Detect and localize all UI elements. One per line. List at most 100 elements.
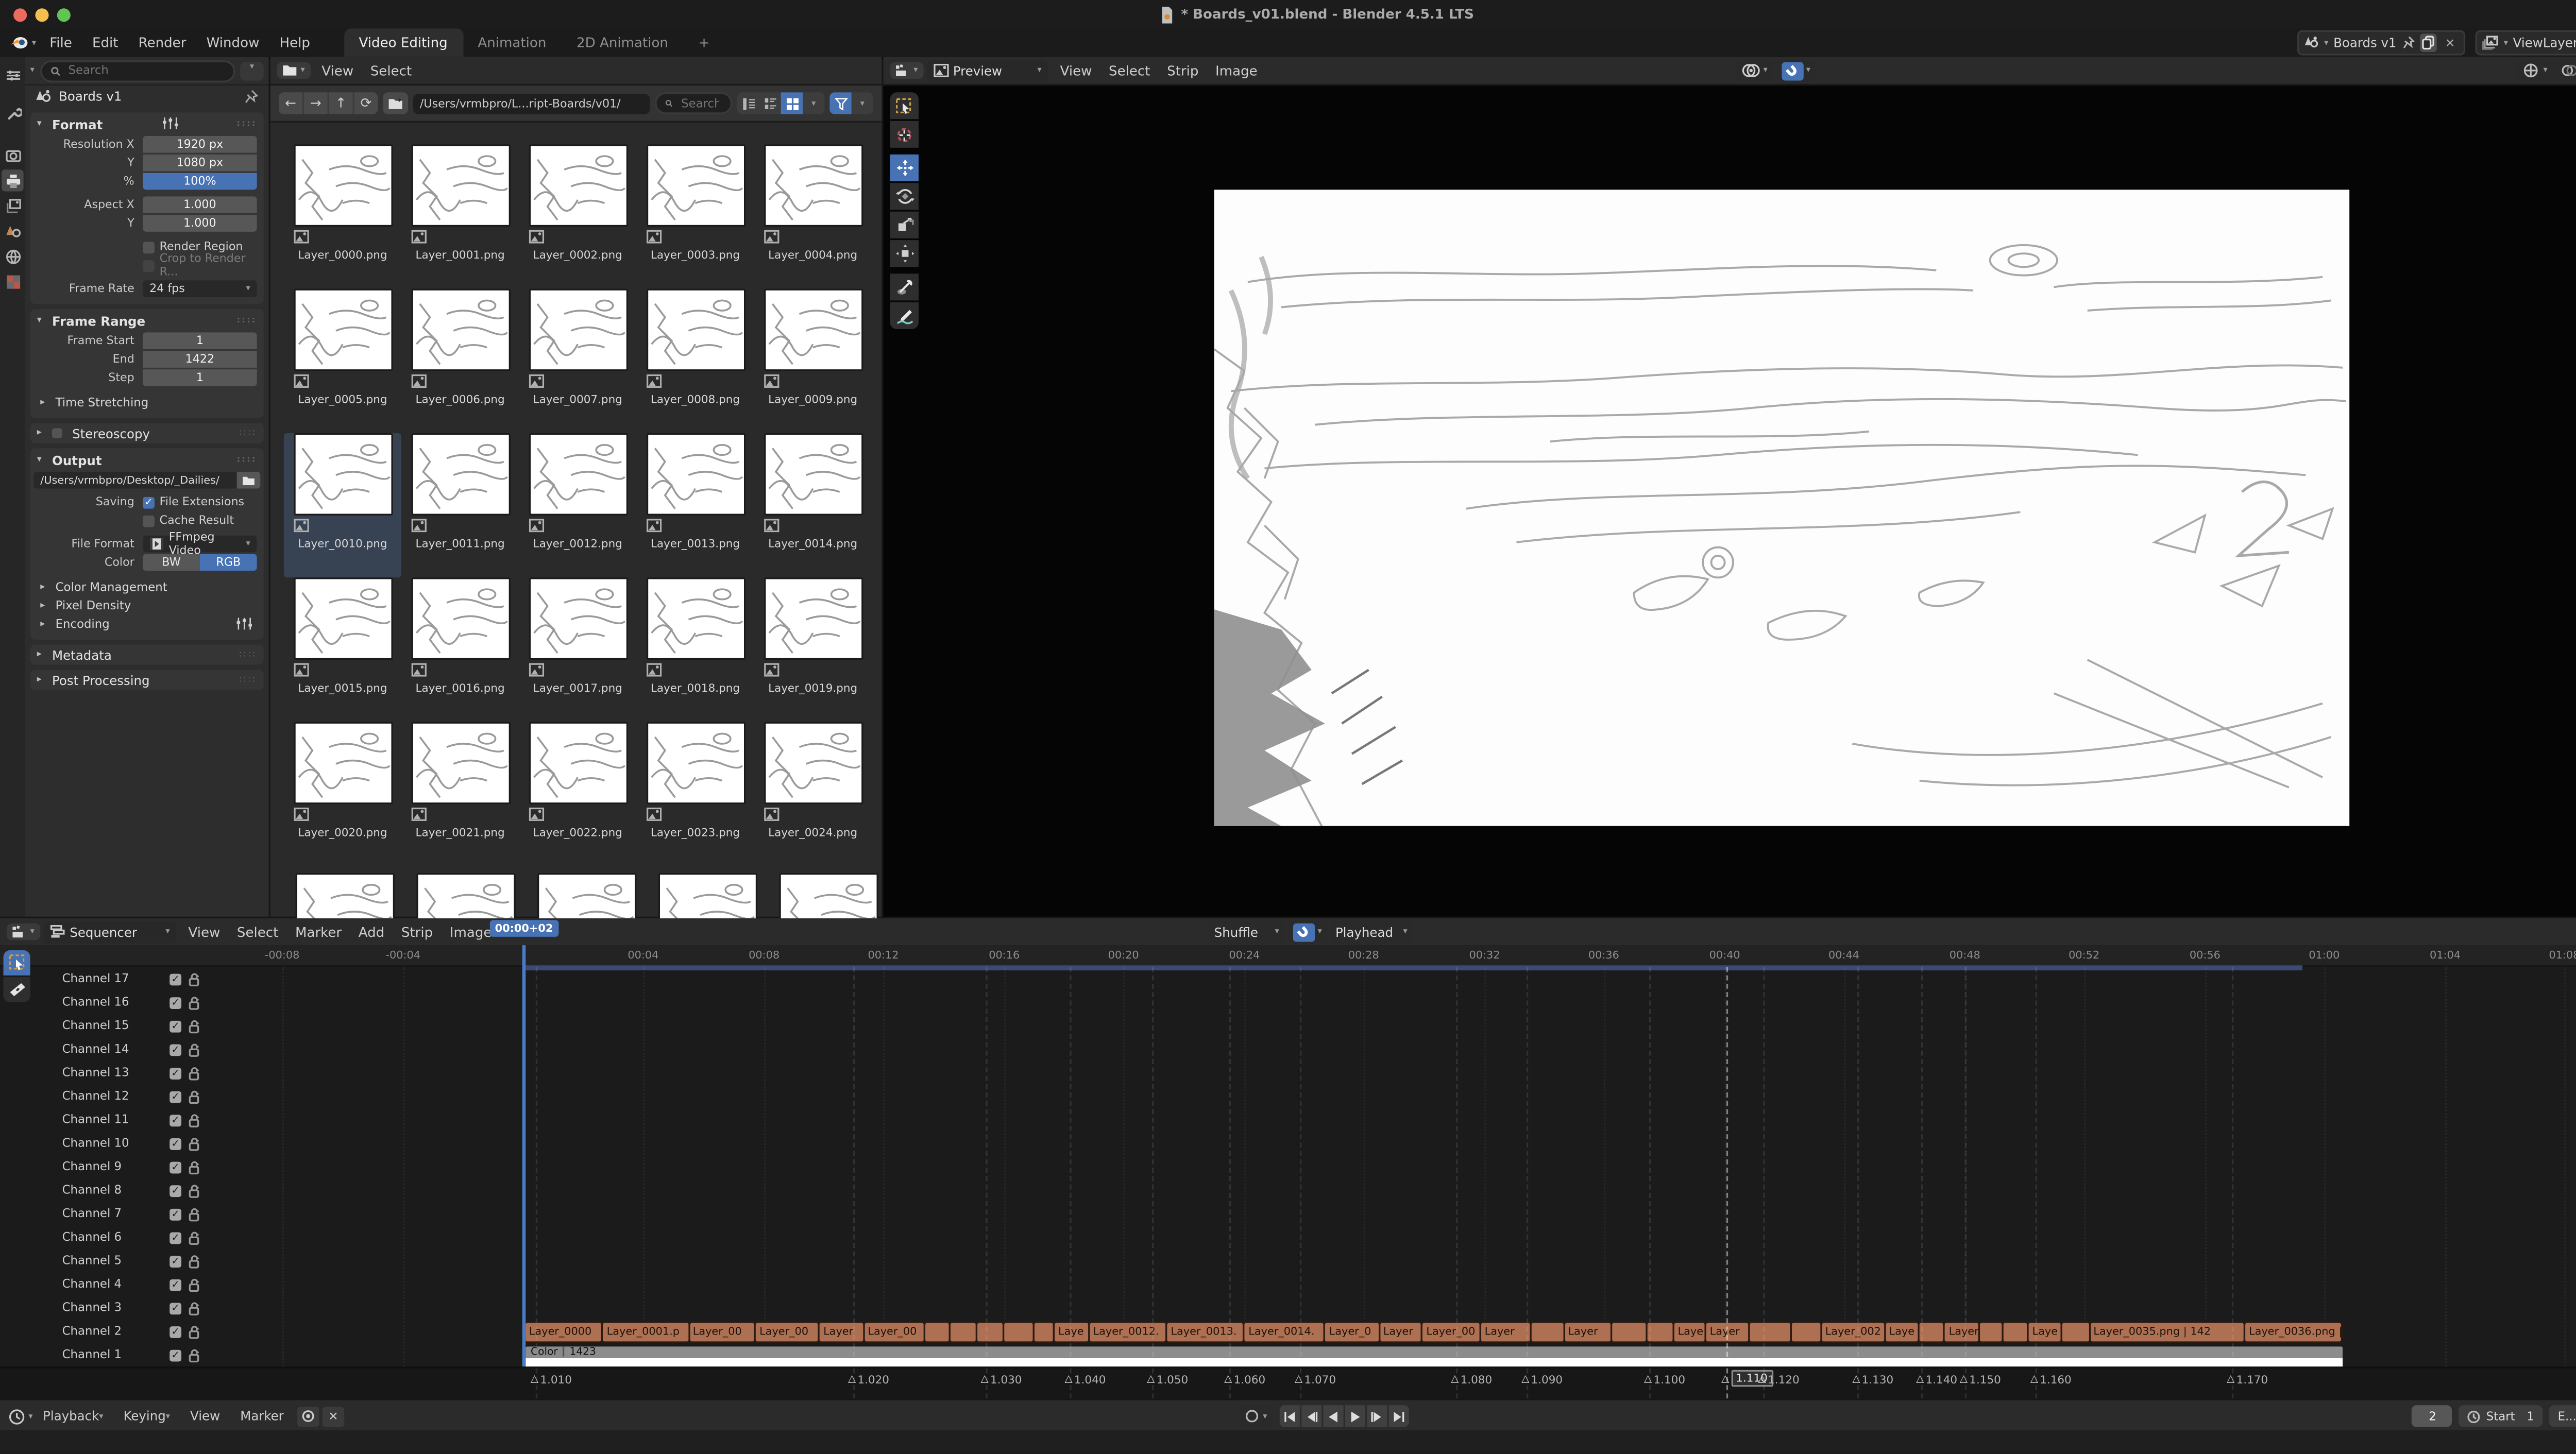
channel-unlock-icon[interactable] (188, 1347, 201, 1362)
add-workspace-button[interactable]: + (683, 28, 725, 57)
image-strip[interactable] (1530, 1321, 1565, 1342)
tool-transform[interactable] (890, 240, 919, 267)
panel-grip[interactable]: :::: (237, 316, 257, 326)
channel-unlock-icon[interactable] (188, 1324, 201, 1339)
tab-world[interactable] (2, 245, 23, 267)
frame-start-field[interactable]: Start1 (2460, 1405, 2543, 1427)
tool-cursor[interactable] (890, 121, 919, 148)
tab-scene[interactable] (2, 220, 23, 242)
tab-texture[interactable] (2, 270, 23, 292)
tool-move[interactable] (890, 155, 919, 181)
file-item[interactable]: Layer_0017.png (519, 577, 636, 722)
channel-mute-checkbox[interactable]: ✓ (170, 1090, 181, 1102)
file-format-dropdown[interactable]: FFmpeg Video▾ (143, 536, 257, 553)
image-strip[interactable]: Laye (1884, 1321, 1919, 1342)
channel-mute-checkbox[interactable]: ✓ (170, 1255, 181, 1267)
editor-type-timeline[interactable]: ▾ (8, 1408, 32, 1425)
channel-mute-checkbox[interactable]: ✓ (170, 1231, 181, 1243)
resolution-percent-field[interactable]: 100% (143, 173, 257, 190)
channel-mute-checkbox[interactable]: ✓ (170, 1302, 181, 1314)
view-thumbnails-button[interactable] (781, 92, 803, 114)
frame-rate-dropdown[interactable]: 24 fps▾ (143, 280, 257, 297)
presets-icon[interactable] (160, 115, 179, 130)
channel-mute-checkbox[interactable]: ✓ (170, 1161, 181, 1173)
workspace-tab-video-editing[interactable]: Video Editing (344, 28, 463, 57)
fb-menu-view[interactable]: View (313, 57, 362, 84)
output-panel-header[interactable]: ▾Output :::: (30, 450, 264, 470)
channel-unlock-icon[interactable] (188, 995, 201, 1010)
file-item[interactable]: Layer_0000.png (284, 144, 401, 288)
image-strip[interactable]: Laye (1673, 1321, 1706, 1342)
editor-type-sequencer[interactable]: ▾ (7, 923, 40, 940)
panel-grip[interactable]: :::: (239, 675, 257, 685)
view-list-horizontal-button[interactable] (759, 92, 781, 114)
image-strip[interactable] (1610, 1321, 1648, 1342)
channel-name[interactable]: Channel 8 (62, 1184, 170, 1197)
tab-view-layer[interactable] (2, 195, 23, 216)
file-item[interactable]: Layer_0002.png (519, 144, 636, 288)
file-item[interactable]: Layer_0007.png (519, 289, 636, 433)
file-item[interactable]: Layer_0022.png (519, 722, 636, 866)
stereoscopy-header[interactable]: ▸ Stereoscopy :::: (30, 423, 264, 443)
file-item[interactable]: Layer_0015.png (284, 577, 401, 722)
nav-forward-button[interactable]: → (304, 92, 329, 114)
file-path-field[interactable]: /Users/vrmbpro/L...ript-Boards/v01/ (413, 93, 650, 113)
channel-name[interactable]: Channel 16 (62, 996, 170, 1009)
file-item[interactable]: Layer_0005.png (284, 289, 401, 433)
image-strip[interactable] (1032, 1321, 1055, 1342)
viewlayer-selector[interactable]: ▾ ViewLayer ✕ (2475, 30, 2576, 56)
image-strip[interactable]: Layer_0012. (1088, 1321, 1167, 1342)
app-menu-help[interactable]: Help (269, 28, 320, 57)
previous-keyframe-button[interactable] (1301, 1405, 1321, 1427)
image-strip[interactable]: Layer_0035.png | 142 (2089, 1321, 2246, 1342)
crop-to-render-checkbox[interactable] (143, 260, 155, 271)
properties-options-button[interactable]: ▾ (240, 61, 264, 80)
channel-unlock-icon[interactable] (188, 1277, 201, 1292)
properties-search[interactable] (40, 60, 235, 81)
channel-unlock-icon[interactable] (188, 1253, 201, 1268)
channel-unlock-icon[interactable] (188, 1112, 201, 1127)
channel-unlock-icon[interactable] (188, 1018, 201, 1033)
aspect-x-field[interactable]: 1.000 (143, 196, 257, 213)
channel-unlock-icon[interactable] (188, 971, 201, 986)
channel-name[interactable]: Channel 1 (62, 1348, 170, 1361)
frame-step-field[interactable]: 1 (143, 369, 257, 386)
output-path-field[interactable]: /Users/vrmbpro/Desktop/_Dailies/ (33, 472, 236, 489)
resolution-x-field[interactable]: 1920 px (143, 136, 257, 153)
format-panel-header[interactable]: ▾Format :::: (30, 114, 264, 134)
channel-mute-checkbox[interactable]: ✓ (170, 1208, 181, 1220)
view-list-vertical-button[interactable] (737, 92, 759, 114)
file-item[interactable]: Layer_0013.png (636, 433, 754, 577)
panel-grip[interactable]: :::: (239, 649, 257, 660)
file-search[interactable] (655, 92, 732, 114)
frame-range-panel-header[interactable]: ▾Frame Range :::: (30, 311, 264, 331)
sequencer-menu-strip[interactable]: Strip (393, 918, 442, 945)
encoding-header[interactable]: ▸Encoding (30, 614, 264, 633)
properties-editor-chevron[interactable]: ▾ (30, 65, 35, 76)
file-item[interactable]: Layer_0014.png (754, 433, 872, 577)
tool-scale[interactable] (890, 212, 919, 238)
blender-logo-icon[interactable]: ▾ (10, 35, 37, 50)
channel-name[interactable]: Channel 3 (62, 1301, 170, 1314)
channel-unlock-icon[interactable] (188, 1159, 201, 1174)
file-item[interactable]: Layer_0018.png (636, 577, 754, 722)
image-strip[interactable]: Laye (2027, 1321, 2062, 1342)
editor-type-properties-icon[interactable] (2, 64, 23, 85)
channel-unlock-icon[interactable] (188, 1206, 201, 1221)
channel-name[interactable]: Channel 5 (62, 1254, 170, 1268)
image-strip[interactable] (924, 1321, 951, 1342)
file-item[interactable]: Layer_0011.png (401, 433, 519, 577)
image-strip[interactable]: Layer_0036.png | 8 (2244, 1321, 2343, 1342)
channel-mute-checkbox[interactable]: ✓ (170, 1067, 181, 1079)
channel-name[interactable]: Channel 14 (62, 1042, 170, 1056)
snap-to-dropdown[interactable]: Shuffle ▾ (1209, 921, 1284, 943)
file-item[interactable]: Layer_0020.png (284, 722, 401, 866)
preview-menu-select[interactable]: Select (1100, 57, 1159, 84)
jump-to-start-button[interactable] (1279, 1405, 1299, 1427)
image-strip[interactable]: Layer (1378, 1321, 1423, 1342)
app-menu-render[interactable]: Render (128, 28, 196, 57)
channel-mute-checkbox[interactable]: ✓ (170, 1278, 181, 1290)
channel-unlock-icon[interactable] (188, 1136, 201, 1151)
tab-output[interactable] (2, 169, 23, 191)
channel-name[interactable]: Channel 2 (62, 1325, 170, 1338)
